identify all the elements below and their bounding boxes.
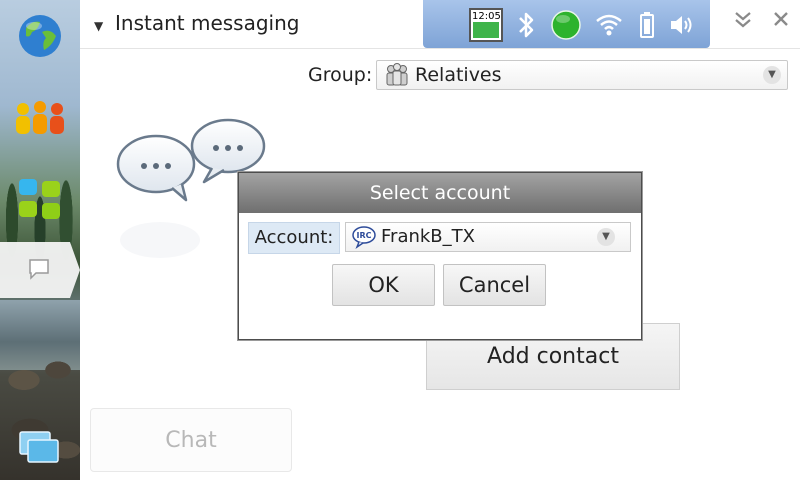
account-value: FrankB_TX [381, 226, 475, 247]
dialog-title: Select account [239, 173, 641, 213]
clock-widget[interactable]: 12:05 [468, 8, 504, 42]
chevron-down-icon[interactable]: ▼ [763, 66, 781, 84]
active-task-tab[interactable] [0, 242, 80, 298]
menu-arrow-icon[interactable]: ▼ [94, 19, 103, 33]
task-navigator [0, 0, 80, 480]
account-label: Account: [248, 222, 340, 254]
volume-icon[interactable] [667, 8, 697, 42]
wifi-icon[interactable] [593, 8, 625, 42]
title-bar: ▼ Instant messaging 12:05 [80, 0, 800, 49]
app-grid-icon[interactable] [12, 172, 68, 228]
select-account-dialog: Select account Account: IRC FrankB_TX ▼ … [238, 172, 642, 340]
group-people-icon [384, 63, 410, 91]
bluetooth-icon[interactable] [513, 8, 539, 42]
cancel-button[interactable]: Cancel [443, 264, 546, 306]
chevron-down-icon[interactable]: ▼ [597, 228, 615, 246]
minimize-icon[interactable] [734, 10, 752, 33]
close-icon[interactable] [772, 10, 790, 33]
group-value: Relatives [415, 64, 502, 86]
battery-icon[interactable] [636, 8, 658, 42]
ok-button[interactable]: OK [332, 264, 435, 306]
group-dropdown[interactable]: Relatives ▼ [376, 60, 788, 90]
presence-online-icon[interactable] [549, 8, 583, 42]
chat-button[interactable]: Chat [90, 408, 292, 472]
status-area[interactable]: 12:05 [423, 0, 710, 48]
app-title[interactable]: Instant messaging [115, 11, 299, 35]
group-label: Group: [308, 64, 373, 86]
globe-icon[interactable] [12, 8, 68, 64]
clock-text: 12:05 [472, 11, 501, 22]
account-dropdown[interactable]: IRC FrankB_TX ▼ [345, 222, 631, 252]
irc-badge-text: IRC [356, 231, 371, 240]
irc-account-icon: IRC [351, 225, 377, 253]
contacts-group-icon[interactable] [12, 90, 68, 146]
window-switcher-icon[interactable] [12, 420, 68, 476]
